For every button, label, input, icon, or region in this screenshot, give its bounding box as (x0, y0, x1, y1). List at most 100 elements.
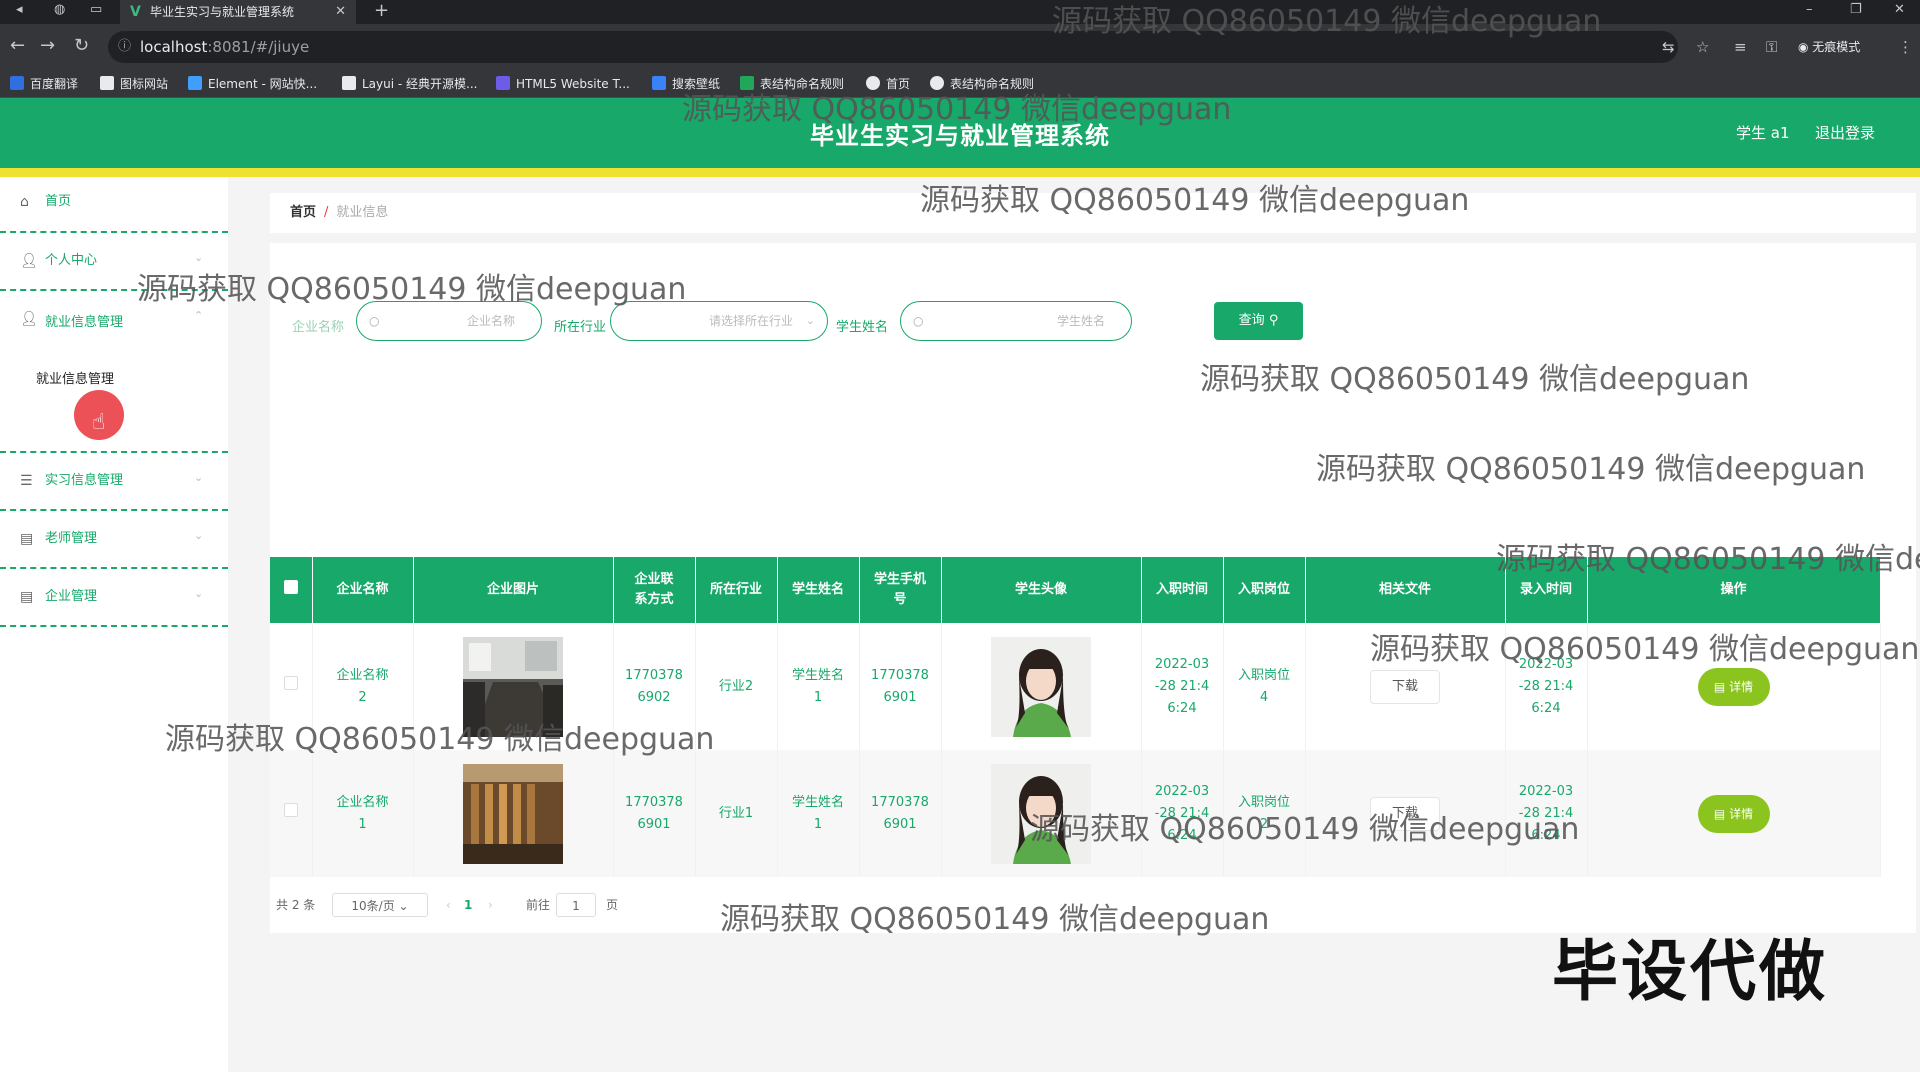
close-icon[interactable]: ✕ (335, 0, 346, 24)
document-icon: ▤ (1713, 679, 1730, 694)
watermark: 源码获取 QQ86050149 微信deepguan (720, 902, 1270, 937)
goto-page-input[interactable]: 1 (556, 893, 596, 917)
select-all-cell[interactable] (270, 557, 313, 623)
bookmark-item[interactable]: Element - 网站快... (188, 75, 317, 93)
browser-tab-bar: ◂ ◍ ▭ V 毕业生实习与就业管理系统 ✕ + – ❐ ✕ (0, 0, 1920, 24)
logout-link[interactable]: 退出登录 (1815, 122, 1875, 143)
sidebar-item-internship[interactable]: ☰ 实习信息管理 ⌄ (0, 453, 228, 511)
download-button[interactable]: 下载 (1370, 669, 1440, 704)
student-filter-label: 学生姓名 (836, 320, 889, 335)
media-icon[interactable]: ◂ (16, 0, 23, 20)
student-search-input[interactable]: ○ 学生姓名 (900, 301, 1132, 341)
new-tab-icon[interactable]: + (374, 0, 389, 22)
bookmark-item[interactable]: 搜索壁纸 (652, 75, 720, 93)
watermark: 源码获取 QQ86050149 微信deepguan (1316, 452, 1866, 487)
minimize-icon[interactable]: – (1806, 0, 1813, 20)
globe-icon[interactable]: ◍ (54, 0, 65, 20)
header-accent-bar (0, 168, 1920, 177)
query-button-label: 查询 (1238, 313, 1265, 328)
watermark: 源码获取 QQ86050149 微信deepguan (1030, 812, 1580, 847)
home-icon: ⌂ (20, 194, 29, 210)
key-icon[interactable]: ⚿ (1766, 36, 1777, 58)
page-unit-label: 页 (606, 898, 619, 912)
reload-icon[interactable]: ↻ (74, 35, 89, 57)
back-icon[interactable]: ← (10, 35, 25, 57)
tab-switch-icon[interactable]: ▭ (90, 0, 102, 20)
student-phone-cell: 17703786901 (859, 750, 942, 877)
media-control-icon[interactable]: ≡ (1734, 36, 1747, 58)
position-cell: 入职岗位4 (1223, 623, 1306, 750)
sidebar-item-label: 实习信息管理 (45, 473, 124, 488)
star-icon[interactable]: ☆ (1696, 36, 1709, 58)
action-cell: ▤ 详情 (1587, 750, 1881, 877)
page-size-select[interactable]: 10条/页 ⌄ (332, 893, 428, 917)
company-name-cell: 企业名称1 (312, 750, 414, 877)
corner-watermark: 毕设代做 (1552, 933, 1828, 1010)
detail-button[interactable]: ▤ 详情 (1697, 794, 1770, 833)
browser-tab-active[interactable]: V 毕业生实习与就业管理系统 ✕ (120, 0, 356, 24)
breadcrumb-home[interactable]: 首页 (290, 205, 316, 220)
chevron-down-icon: ⌄ (194, 529, 204, 542)
row-select-cell[interactable] (270, 750, 313, 877)
industry-filter-label: 所在行业 (554, 320, 607, 335)
breadcrumb-separator: / (324, 205, 329, 220)
company-photo-lobby[interactable] (463, 763, 563, 864)
column-header: 入职岗位 (1223, 557, 1306, 623)
row-checkbox[interactable] (283, 675, 298, 690)
column-header: 企业名称 (312, 557, 414, 623)
sidebar-item-company[interactable]: ▤ 企业管理 ⌄ (0, 569, 228, 627)
chevron-down-icon: ⌄ (194, 587, 204, 600)
window-close-icon[interactable]: ✕ (1894, 0, 1905, 20)
user-icon: 👤︎ (20, 311, 38, 327)
translate-icon[interactable]: ⇆ (1662, 36, 1675, 58)
industry-select-placeholder: 请选择所在行业 (708, 314, 793, 328)
company-contact-cell: 17703786901 (613, 750, 696, 877)
incognito-icon: ◉ (1798, 40, 1813, 54)
current-page-number[interactable]: 1 (464, 893, 472, 917)
student-avatar-cell (941, 623, 1142, 750)
briefcase-icon: ▤ (20, 589, 34, 605)
restore-icon[interactable]: ❐ (1850, 0, 1862, 20)
chevron-down-icon: ⌄ (398, 899, 409, 913)
column-header: 企业图片 (413, 557, 614, 623)
sidebar-item-label: 老师管理 (45, 531, 98, 546)
html5-icon (496, 76, 510, 90)
bookmark-item[interactable]: 图标网站 (100, 75, 168, 93)
vue-logo-icon: V (130, 4, 141, 20)
globe-icon (866, 76, 880, 90)
join-time-cell: 2022-03-28 21:46:24 (1141, 623, 1224, 750)
bookmark-item[interactable]: 表结构命名规则 (930, 75, 1034, 93)
bookmark-item[interactable]: Layui - 经典开源模... (342, 75, 477, 93)
bookmark-item[interactable]: 首页 (866, 75, 910, 93)
select-all-checkbox[interactable] (283, 579, 298, 594)
bookmark-item[interactable]: 表结构命名规则 (740, 75, 844, 93)
incognito-indicator[interactable]: ◉ 无痕模式 (1798, 36, 1860, 58)
bookmark-item[interactable]: HTML5 Website T... (496, 75, 630, 93)
company-image-cell (413, 750, 614, 877)
info-icon[interactable]: ⓘ (118, 31, 131, 63)
wallpaper-icon (652, 76, 666, 90)
forward-icon[interactable]: → (40, 35, 55, 57)
next-page-icon[interactable]: › (488, 893, 493, 917)
sidebar-item-home[interactable]: ⌂ 首页 (0, 177, 228, 233)
detail-button[interactable]: ▤ 详情 (1697, 667, 1770, 706)
search-icon: ⚲ (1268, 313, 1279, 328)
prev-page-icon[interactable]: ‹ (446, 893, 451, 917)
flag-icon (100, 76, 114, 90)
query-button[interactable]: 查询 ⚲ (1214, 302, 1303, 340)
row-checkbox[interactable] (283, 802, 298, 817)
element-logo-icon (188, 76, 202, 90)
url-path: :8081/#/jiuye (207, 38, 310, 56)
bookmark-item[interactable]: 百度翻译 (10, 75, 78, 93)
more-menu-icon[interactable]: ⋮ (1898, 36, 1913, 58)
watermark: 源码获取 QQ86050149 微信deepguan (682, 92, 1232, 127)
company-search-placeholder: 企业名称 (466, 314, 515, 328)
chevron-up-icon: ⌃ (194, 309, 204, 322)
sidebar-item-teacher[interactable]: ▤ 老师管理 ⌄ (0, 511, 228, 569)
sidebar-item-label: 首页 (45, 194, 72, 209)
sidebar-item-label: 企业管理 (45, 589, 98, 604)
student-avatar-photo[interactable] (991, 636, 1091, 737)
column-header: 企业联系方式 (613, 557, 696, 623)
briefcase-icon: ▤ (20, 531, 34, 547)
sidebar-subitem-employment-manage[interactable]: 就业信息管理 (36, 368, 114, 387)
